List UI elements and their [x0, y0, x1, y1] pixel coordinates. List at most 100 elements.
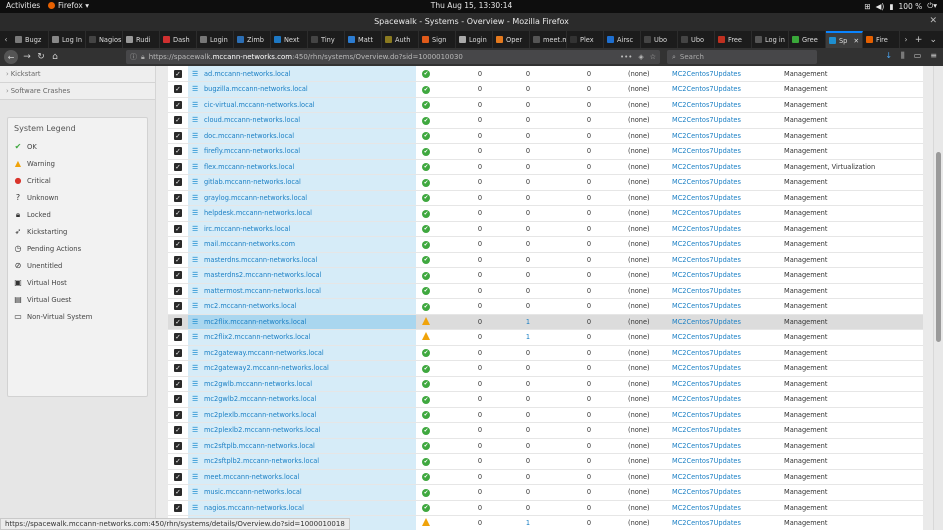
page-actions-icon[interactable]: •••: [620, 53, 632, 61]
table-row[interactable]: ✓ ☰ mc2gwlb.mccann-networks.local ✔ 0 0 0 (none…: [168, 376, 923, 392]
window-close-icon[interactable]: ✕: [929, 16, 937, 26]
row-checkbox[interactable]: ✓: [174, 472, 182, 481]
table-row[interactable]: ✓ ☰ firefly.mccann-networks.local ✔ 0 0 0 (none…: [168, 143, 923, 160]
browser-tab[interactable]: Sp ✕: [826, 31, 863, 48]
table-row[interactable]: ✓ ☰ mc2gwlb2.mccann-networks.local ✔ 0 0 0 (non…: [168, 391, 923, 408]
row-checkbox[interactable]: ✓: [174, 364, 182, 373]
system-link[interactable]: mc2sftplb.mccann-networks.local: [204, 442, 315, 450]
system-link[interactable]: mc2flix.mccann-networks.local: [204, 318, 306, 326]
forward-button[interactable]: →: [20, 52, 34, 62]
patches-count[interactable]: 1: [506, 329, 550, 346]
row-checkbox[interactable]: ✓: [174, 162, 182, 171]
table-row[interactable]: ✓ ☰ graylog.mccann-networks.local ✔ 0 0 0 (none…: [168, 190, 923, 206]
row-checkbox[interactable]: ✓: [174, 100, 182, 109]
browser-tab[interactable]: Auth: [382, 31, 419, 48]
browser-tab[interactable]: Login: [197, 31, 234, 48]
row-checkbox[interactable]: ✓: [174, 333, 182, 342]
patches-count[interactable]: 1: [506, 314, 550, 330]
lock-icon[interactable]: 🔒︎: [141, 53, 145, 62]
browser-tab[interactable]: Plex: [567, 31, 604, 48]
downloads-icon[interactable]: ↓: [885, 51, 892, 61]
browser-tab[interactable]: Dash: [160, 31, 197, 48]
system-link[interactable]: cloud.mccann-networks.local: [204, 116, 300, 124]
row-checkbox[interactable]: ✓: [174, 441, 182, 450]
channel-link[interactable]: MC2Centos7Updates: [672, 132, 741, 140]
table-row[interactable]: ✓ ☰ masterdns2.mccann-networks.local ✔ 0 0 0 (n…: [168, 267, 923, 284]
browser-tab[interactable]: Ubo: [641, 31, 678, 48]
warning-icon[interactable]: [422, 316, 430, 325]
table-row[interactable]: ✓ ☰ mc2flix.mccann-networks.local 0 1 0 (none)…: [168, 314, 923, 330]
channel-link[interactable]: MC2Centos7Updates: [672, 225, 741, 233]
system-link[interactable]: masterdns2.mccann-networks.local: [204, 271, 321, 279]
browser-tab[interactable]: Oper: [493, 31, 530, 48]
row-checkbox[interactable]: ✓: [174, 224, 182, 233]
system-link[interactable]: mc2gwlb.mccann-networks.local: [204, 380, 312, 388]
system-link[interactable]: music.mccann-networks.local: [204, 488, 302, 496]
system-link[interactable]: mc2sftplb2.mccann-networks.local: [204, 457, 319, 465]
table-row[interactable]: ✓ ☰ cic-virtual.mccann-networks.local ✔ 0 0 0(…: [168, 97, 923, 113]
system-link[interactable]: mc2.mccann-networks.local: [204, 302, 296, 310]
channel-link[interactable]: MC2Centos7Updates: [672, 194, 741, 202]
back-button[interactable]: ←: [4, 50, 18, 64]
row-checkbox[interactable]: ✓: [174, 271, 182, 280]
channel-link[interactable]: MC2Centos7Updates: [672, 240, 741, 248]
system-link[interactable]: cic-virtual.mccann-networks.local: [204, 101, 315, 109]
browser-tab[interactable]: Ubo: [678, 31, 715, 48]
channel-link[interactable]: MC2Centos7Updates: [672, 411, 741, 419]
table-row[interactable]: ✓ ☰ nagios.mccann-networks.local ✔ 0 0 0 (none)…: [168, 500, 923, 516]
pocket-icon[interactable]: ◈: [638, 53, 643, 61]
channel-link[interactable]: MC2Centos7Updates: [672, 442, 741, 450]
system-link[interactable]: helpdesk.mccann-networks.local: [204, 209, 312, 217]
channel-link[interactable]: MC2Centos7Updates: [672, 395, 741, 403]
table-row[interactable]: ✓ ☰ mail.mccann-networks.com ✔ 0 0 0 (none) MC2C…: [168, 236, 923, 253]
system-link[interactable]: mail.mccann-networks.com: [204, 240, 295, 248]
browser-tab[interactable]: Zimb: [234, 31, 271, 48]
row-checkbox[interactable]: ✓: [174, 317, 182, 326]
system-link[interactable]: firefly.mccann-networks.local: [204, 147, 300, 155]
row-checkbox[interactable]: ✓: [174, 395, 182, 404]
browser-tab[interactable]: Next: [271, 31, 308, 48]
channel-link[interactable]: MC2Centos7Updates: [672, 519, 741, 527]
channel-link[interactable]: MC2Centos7Updates: [672, 101, 741, 109]
channel-link[interactable]: MC2Centos7Updates: [672, 364, 741, 372]
browser-tab[interactable]: Login: [456, 31, 493, 48]
row-checkbox[interactable]: ✓: [174, 116, 182, 125]
system-link[interactable]: ad.mccann-networks.local: [204, 70, 290, 78]
table-row[interactable]: ✓ ☰ gitlab.mccann-networks.local ✔ 0 0 0 (none)…: [168, 174, 923, 191]
row-checkbox[interactable]: ✓: [174, 503, 182, 512]
browser-tab[interactable]: Fire: [863, 31, 900, 48]
table-row[interactable]: ✓ ☰ masterdns.mccann-networks.local ✔ 0 0 0 (no…: [168, 252, 923, 268]
row-checkbox[interactable]: ✓: [174, 457, 182, 466]
channel-link[interactable]: MC2Centos7Updates: [672, 147, 741, 155]
table-row[interactable]: ✓ ☰ bugzilla.mccann-networks.local ✔ 0 0 0 (non…: [168, 81, 923, 98]
channel-link[interactable]: MC2Centos7Updates: [672, 302, 741, 310]
system-link[interactable]: masterdns.mccann-networks.local: [204, 256, 317, 264]
channel-link[interactable]: MC2Centos7Updates: [672, 85, 741, 93]
system-link[interactable]: mc2flix2.mccann-networks.local: [204, 333, 311, 341]
system-link[interactable]: mc2plexlb2.mccann-networks.local: [204, 426, 321, 434]
row-checkbox[interactable]: ✓: [174, 426, 182, 435]
browser-tab[interactable]: Log In: [49, 31, 86, 48]
system-link[interactable]: mc2plexlb.mccann-networks.local: [204, 411, 316, 419]
tabs-scroll-right-icon[interactable]: ›: [900, 35, 912, 44]
row-checkbox[interactable]: ✓: [174, 209, 182, 218]
channel-link[interactable]: MC2Centos7Updates: [672, 116, 741, 124]
channel-link[interactable]: MC2Centos7Updates: [672, 426, 741, 434]
table-row[interactable]: ✓ ☰ mc2gateway.mccann-networks.local ✔ 0 0 0 (n…: [168, 345, 923, 361]
browser-tab[interactable]: Matt: [345, 31, 382, 48]
sidebar-link-kickstart[interactable]: › Kickstart: [0, 66, 155, 83]
warning-icon[interactable]: [422, 518, 430, 527]
channel-link[interactable]: MC2Centos7Updates: [672, 473, 741, 481]
system-link[interactable]: nagios.mccann-networks.local: [204, 504, 304, 512]
system-link[interactable]: mc2gateway.mccann-networks.local: [204, 349, 324, 357]
system-link[interactable]: meet.mccann-networks.local: [204, 473, 299, 481]
table-row[interactable]: ✓ ☰ mc2plexlb2.mccann-networks.local ✔ 0 0 0 (n…: [168, 422, 923, 439]
patches-count[interactable]: 1: [506, 515, 550, 530]
row-checkbox[interactable]: ✓: [174, 286, 182, 295]
row-checkbox[interactable]: ✓: [174, 178, 182, 187]
browser-tab[interactable]: Tiny: [308, 31, 345, 48]
row-checkbox[interactable]: ✓: [174, 240, 182, 249]
sidebar-toggle-icon[interactable]: ▭: [914, 51, 922, 61]
channel-link[interactable]: MC2Centos7Updates: [672, 457, 741, 465]
browser-tab[interactable]: Rudi: [123, 31, 160, 48]
